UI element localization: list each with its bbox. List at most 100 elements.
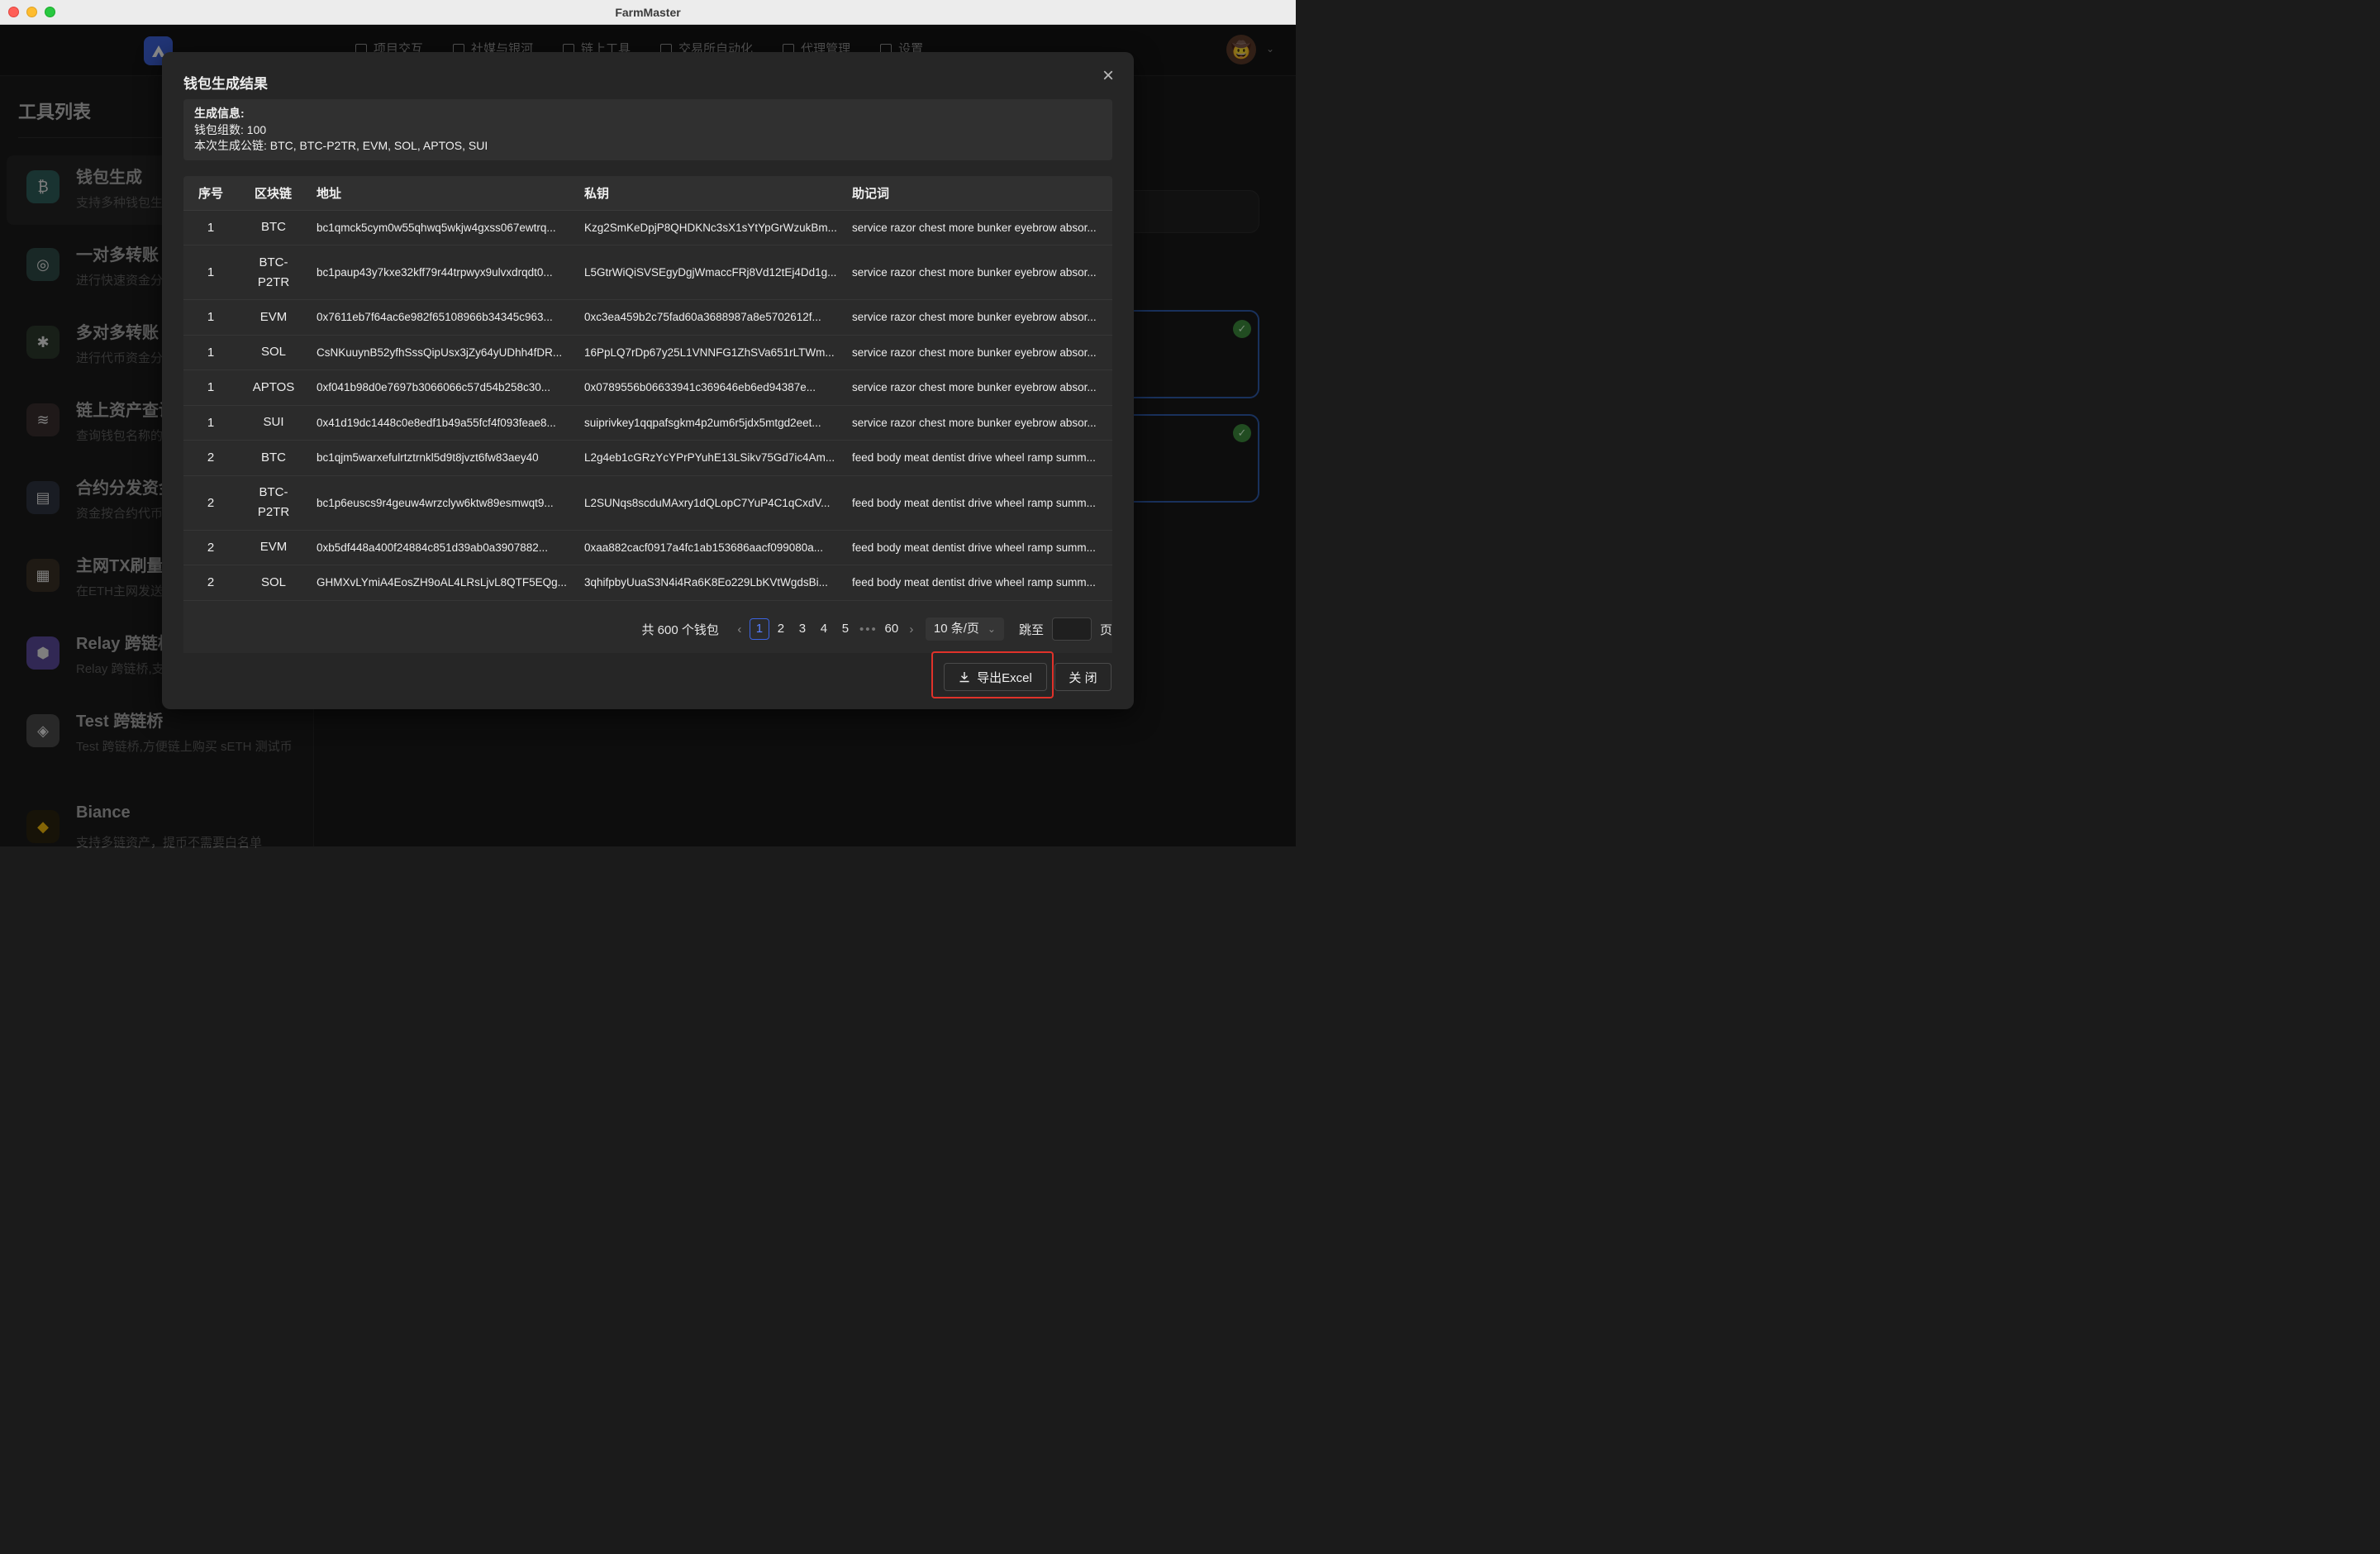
cell-index: 1 [183,299,238,336]
column-header-mnemonic: 助记词 [845,176,1112,211]
page-ellipsis[interactable]: ••• [856,622,881,636]
table-row: 2 BTC- P2TR bc1p6euscs9r4geuw4wrzclyw6ktw89… [183,475,1112,531]
table-row: 2 BTC bc1qjm5warxefulrtztrnkl5d9t8jvzt6fw8… [183,440,1112,476]
export-excel-button[interactable]: 导出Excel [944,663,1047,691]
cell-private-key: 3qhifpbyUuaS3N4i4Ra6K8Eo229LbKVtWgdsBi..… [577,565,845,601]
page-button[interactable]: 5 [835,618,855,640]
close-window-button[interactable] [8,7,19,17]
cell-address: 0xb5df448a400f24884c851d39ab0a3907882... [309,530,577,565]
page-button[interactable]: 3 [793,618,812,640]
cell-address: 0xf041b98d0e7697b3066066c57d54b258c30... [309,369,577,406]
column-header-private-key: 私钥 [577,176,845,211]
minimize-window-button[interactable] [26,7,37,17]
cell-index: 1 [183,335,238,370]
cell-chain: BTC- P2TR [238,475,309,531]
close-button[interactable]: 关 闭 [1054,663,1111,691]
table-row: 1 SOL CsNKuuynB52yfhSssQipUsx3jZy64yUDhh4f… [183,335,1112,370]
info-wallet-count: 钱包组数: 100 [194,122,267,136]
cell-index: 2 [183,440,238,476]
cell-index: 2 [183,475,238,531]
wallet-table: 序号 区块链 地址 私钥 助记词 1 BTC bc1qmck5cym0w55qhwq… [183,176,1112,652]
jump-label: 跳至 [1018,622,1044,637]
page-unit-label: 页 [1099,622,1112,637]
cell-chain: BTC- P2TR [238,245,309,300]
cell-address: bc1qmck5cym0w55qhwq5wkjw4gxss067ewtrq... [309,210,577,245]
cell-private-key: L5GtrWiQiSVSEgyDgjWmaccFRj8Vd12tEj4Dd1g.… [577,245,845,300]
export-label: 导出Excel [977,670,1032,685]
generation-info: 生成信息: 钱包组数: 100 本次生成公链: BTC, BTC-P2TR, E… [183,99,1112,160]
page-button-last[interactable]: 60 [882,618,902,640]
chevron-right-icon[interactable]: › [902,622,921,636]
cell-address: bc1p6euscs9r4geuw4wrzclyw6ktw89esmwqt9..… [309,475,577,531]
column-header-index: 序号 [183,176,238,211]
cell-chain: BTC [238,210,309,245]
cell-index: 1 [183,369,238,406]
total-count: 共 600 个钱包 [641,622,719,637]
chevron-left-icon[interactable]: ‹ [731,622,749,636]
cell-chain: APTOS [238,369,309,406]
window-controls [8,7,55,17]
cell-private-key: L2g4eb1cGRzYcYPrPYuhE13LSikv75Gd7ic4Am..… [577,440,845,476]
cell-mnemonic: feed body meat dentist drive wheel ramp … [845,565,1112,601]
download-icon [959,672,969,683]
cell-private-key: 0xc3ea459b2c75fad60a3688987a8e5702612f..… [577,299,845,336]
table-row: 1 APTOS 0xf041b98d0e7697b3066066c57d54b258… [183,369,1112,406]
cell-chain: EVM [238,299,309,336]
column-header-chain: 区块链 [238,176,309,211]
pagination: 共 600 个钱包 ‹ 1 2 3 4 5 ••• 60 › 10 条/页 ⌄ … [641,617,1112,641]
page-button[interactable]: 1 [749,618,769,640]
cell-mnemonic: feed body meat dentist drive wheel ramp … [845,475,1112,531]
page-button[interactable]: 2 [771,618,791,640]
cell-mnemonic: service razor chest more bunker eyebrow … [845,405,1112,441]
cell-index: 1 [183,405,238,441]
cell-mnemonic: service razor chest more bunker eyebrow … [845,210,1112,245]
page-size-value: 10 条/页 [933,622,979,636]
zoom-window-button[interactable] [45,7,55,17]
cell-index: 1 [183,210,238,245]
pagination-bar: 共 600 个钱包 ‹ 1 2 3 4 5 ••• 60 › 10 条/页 ⌄ … [183,602,1112,653]
cell-address: CsNKuuynB52yfhSssQipUsx3jZy64yUDhh4fDR..… [309,335,577,370]
cell-mnemonic: service razor chest more bunker eyebrow … [845,335,1112,370]
close-icon[interactable]: × [1099,66,1117,86]
cell-index: 1 [183,245,238,300]
cell-private-key: Kzg2SmKeDpjP8QHDKNc3sX1sYtYpGrWzukBm... [577,210,845,245]
window-title: FarmMaster [615,5,681,19]
cell-private-key: 0x0789556b06633941c369646eb6ed94387e... [577,369,845,406]
cell-address: GHMXvLYmiA4EosZH9oAL4LRsLjvL8QTF5EQg... [309,565,577,601]
info-heading: 生成信息: [194,107,245,120]
cell-chain: BTC [238,440,309,476]
cell-private-key: 16PpLQ7rDp67y25L1VNNFG1ZhSVa651rLTWm... [577,335,845,370]
cell-chain: EVM [238,530,309,565]
cell-mnemonic: service razor chest more bunker eyebrow … [845,245,1112,300]
modal-title: 钱包生成结果 [183,76,268,92]
cell-private-key: suiprivkey1qqpafsgkm4p2um6r5jdx5mtgd2eet… [577,405,845,441]
cell-address: bc1paup43y7kxe32kff79r44trpwyx9ulvxdrqdt… [309,245,577,300]
cell-chain: SUI [238,405,309,441]
cell-chain: SOL [238,335,309,370]
cell-private-key: 0xaa882cacf0917a4fc1ab153686aacf099080a.… [577,530,845,565]
window-titlebar: FarmMaster [0,0,1296,25]
jump-page-input[interactable] [1051,617,1092,641]
table-row: 1 BTC- P2TR bc1paup43y7kxe32kff79r44trpwyx9… [183,245,1112,300]
cell-index: 2 [183,530,238,565]
wallet-result-modal: 钱包生成结果 × 生成信息: 钱包组数: 100 本次生成公链: BTC, BT… [162,52,1134,709]
table-row: 2 EVM 0xb5df448a400f24884c851d39ab0a390788… [183,530,1112,565]
table-row: 1 SUI 0x41d19dc1448c0e8edf1b49a55fcf4f093f… [183,405,1112,441]
cell-index: 2 [183,565,238,601]
cell-mnemonic: service razor chest more bunker eyebrow … [845,299,1112,336]
cell-private-key: L2SUNqs8scduMAxry1dQLopC7YuP4C1qCxdV... [577,475,845,531]
column-header-address: 地址 [309,176,577,211]
cell-address: 0x7611eb7f64ac6e982f65108966b34345c963..… [309,299,577,336]
page-button[interactable]: 4 [814,618,834,640]
table-header-row: 序号 区块链 地址 私钥 助记词 [183,176,1112,211]
info-chains: 本次生成公链: BTC, BTC-P2TR, EVM, SOL, APTOS, … [194,139,488,152]
cell-address: bc1qjm5warxefulrtztrnkl5d9t8jvzt6fw83aey… [309,440,577,476]
table-row: 1 EVM 0x7611eb7f64ac6e982f65108966b34345c9… [183,299,1112,336]
table-row: 1 BTC bc1qmck5cym0w55qhwq5wkjw4gxss067ewtr… [183,210,1112,245]
cell-mnemonic: feed body meat dentist drive wheel ramp … [845,440,1112,476]
chevron-down-icon: ⌄ [987,623,996,635]
page-size-select[interactable]: 10 条/页 ⌄ [925,617,1004,641]
cell-mnemonic: service razor chest more bunker eyebrow … [845,369,1112,406]
cell-address: 0x41d19dc1448c0e8edf1b49a55fcf4f093feae8… [309,405,577,441]
table-row: 2 SOL GHMXvLYmiA4EosZH9oAL4LRsLjvL8QTF5EQg… [183,565,1112,601]
